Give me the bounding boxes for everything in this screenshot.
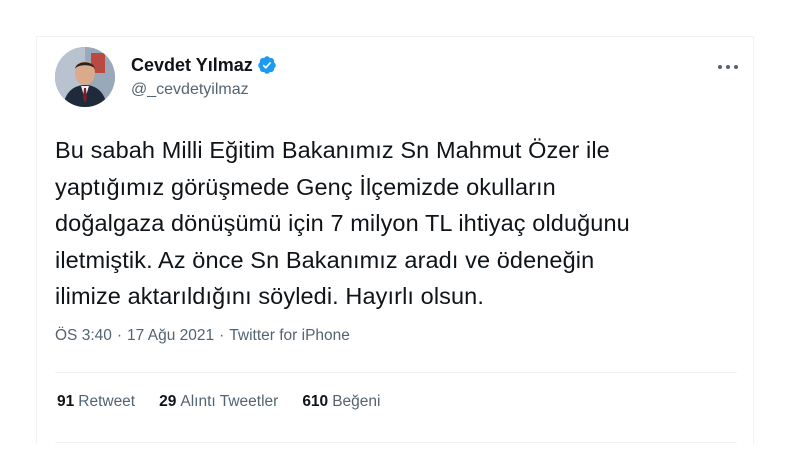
author-handle[interactable]: @_cevdetyilmaz <box>131 81 277 99</box>
tweet-card: Cevdet Yılmaz @_cevdetyilmaz Bu sabah Mi… <box>36 36 754 444</box>
display-name-row: Cevdet Yılmaz <box>131 53 277 77</box>
retweets-count: 91 <box>57 393 75 410</box>
divider <box>55 442 737 443</box>
likes-count: 610 <box>302 393 329 410</box>
meta-separator: · <box>116 327 123 344</box>
tweet-time[interactable]: ÖS 3:40 <box>55 327 112 345</box>
tweet-metadata: ÖS 3:40 · 17 Ağu 2021 · Twitter for iPho… <box>55 327 350 345</box>
avatar[interactable] <box>55 47 115 107</box>
display-name[interactable]: Cevdet Yılmaz <box>131 55 253 76</box>
more-options-button[interactable] <box>713 55 743 79</box>
divider <box>55 372 737 373</box>
meta-separator: · <box>219 327 225 344</box>
avatar-photo-icon <box>55 47 115 107</box>
likes-stat[interactable]: 610 Beğeni <box>302 393 380 411</box>
quote-tweets-stat[interactable]: 29 Alıntı Tweetler <box>159 393 278 411</box>
verified-badge-icon <box>257 55 277 75</box>
retweets-label: Retweet <box>78 393 136 410</box>
engagement-stats: 91 Retweet 29 Alıntı Tweetler 610 Beğeni <box>57 393 404 411</box>
quote-tweets-count: 29 <box>159 393 177 410</box>
retweets-stat[interactable]: 91 Retweet <box>57 393 135 411</box>
tweet-text: Bu sabah Milli Eğitim Bakanımız Sn Mahmu… <box>55 137 630 309</box>
author-names: Cevdet Yılmaz @_cevdetyilmaz <box>131 53 277 99</box>
tweet-header: Cevdet Yılmaz @_cevdetyilmaz <box>55 47 755 111</box>
tweet-source-link[interactable]: Twitter for iPhone <box>229 327 350 345</box>
ellipsis-icon <box>718 65 738 69</box>
likes-label: Beğeni <box>332 393 381 410</box>
quote-tweets-label: Alıntı Tweetler <box>180 393 279 410</box>
tweet-date[interactable]: 17 Ağu 2021 <box>127 327 214 345</box>
